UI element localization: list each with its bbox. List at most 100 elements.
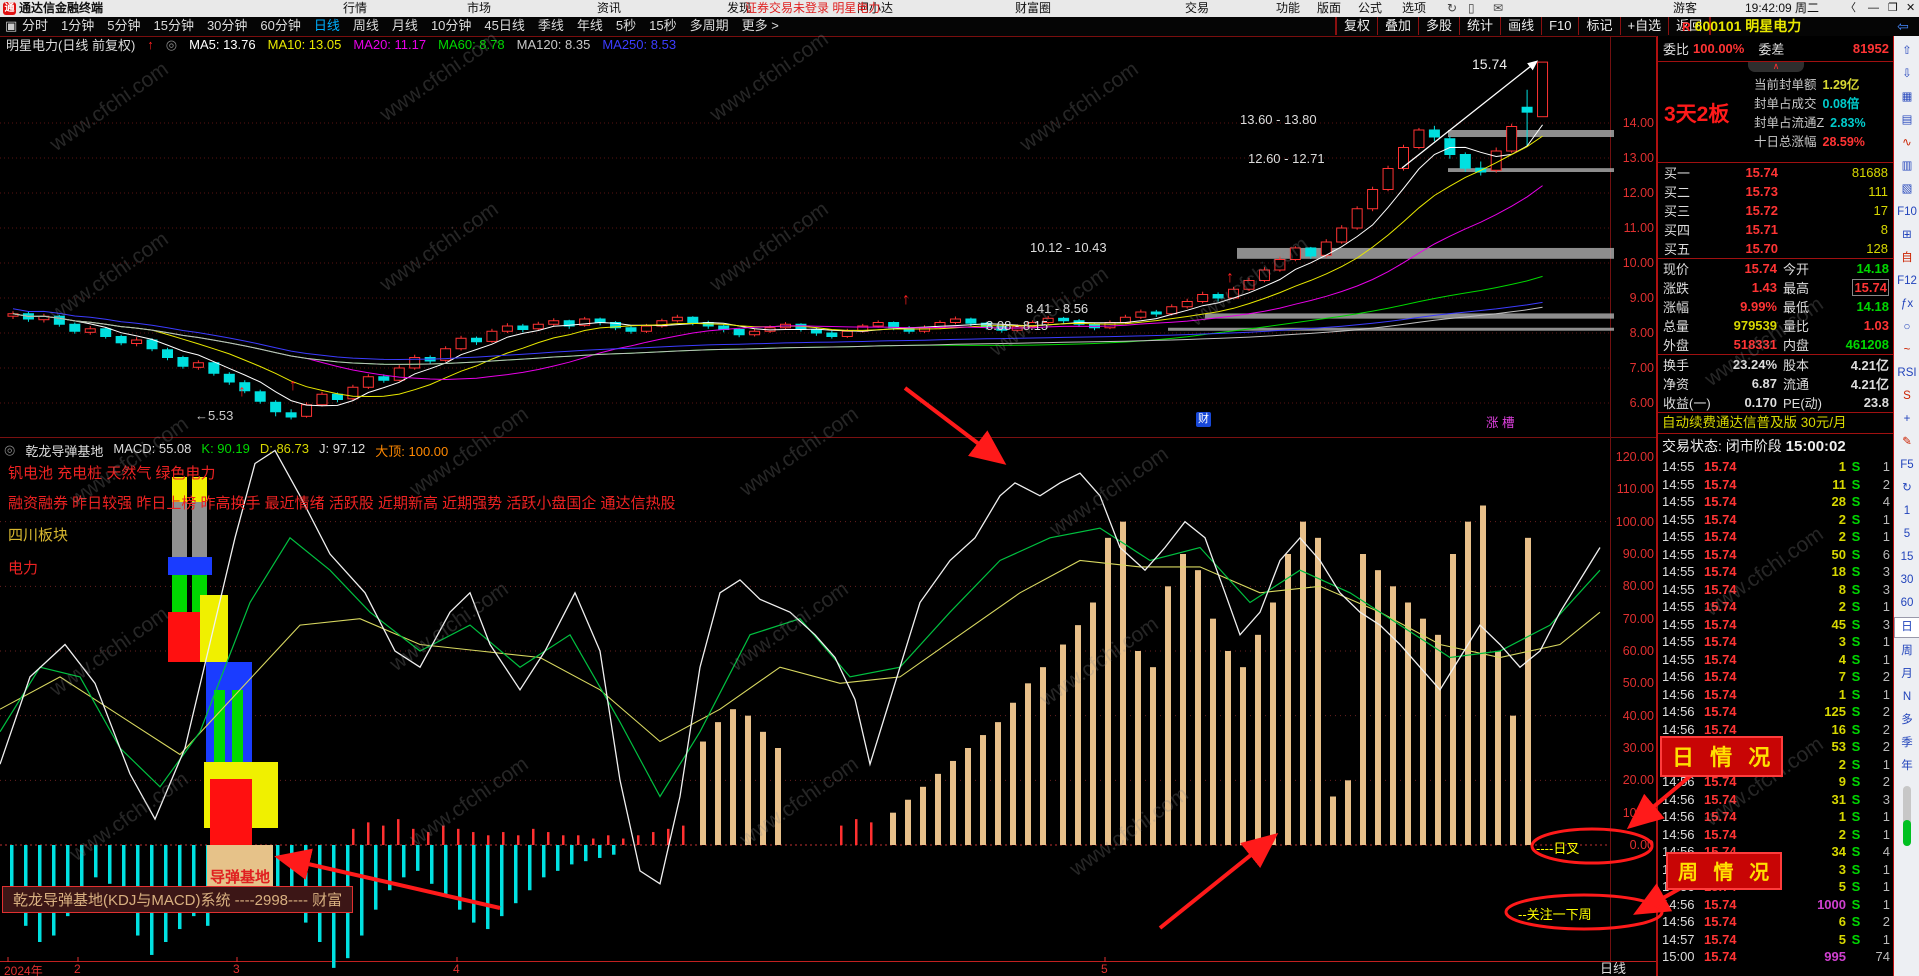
period-15秒[interactable]: 15秒 <box>649 17 676 35</box>
toolbar-button-复权[interactable]: 复权 <box>1336 17 1379 35</box>
toolbar-button-画线[interactable]: 画线 <box>1501 17 1543 35</box>
f12-icon[interactable]: F12 <box>1895 270 1919 293</box>
candle <box>285 412 297 418</box>
buy-row[interactable]: 买四 15.71 8 <box>1658 220 1894 239</box>
period-5秒[interactable]: 5秒 <box>616 17 636 35</box>
grid-icon[interactable]: ⊞ <box>1895 224 1919 247</box>
period-更多 >[interactable]: 更多 > <box>742 17 779 35</box>
collapse-icon[interactable]: ◎ <box>166 37 177 53</box>
scroll-down-icon[interactable]: ⇩ <box>1895 63 1919 86</box>
collapse-panel-icon[interactable]: 〈 <box>1845 0 1856 17</box>
toolbar-button-统计[interactable]: 统计 <box>1460 17 1502 35</box>
toolbar-button-+自选[interactable]: +自选 <box>1621 17 1670 35</box>
toolbar-button-多股[interactable]: 多股 <box>1419 17 1461 35</box>
candle <box>687 316 699 323</box>
user-label[interactable]: 游客 <box>1673 0 1697 17</box>
news-icon[interactable]: ▧ <box>1895 178 1919 201</box>
period-分时[interactable]: 分时 <box>22 17 48 35</box>
indicator-axis-label: 100.00 <box>1615 514 1654 529</box>
buy-row[interactable]: 买五 15.70 128 <box>1658 239 1894 258</box>
signal-icon[interactable]: S <box>1895 385 1919 408</box>
menu-交易[interactable]: 交易 <box>1185 0 1209 17</box>
period-1分钟[interactable]: 1分钟 <box>61 17 94 35</box>
f5-icon[interactable]: F5 <box>1895 454 1919 477</box>
period-60min-icon[interactable]: 60 <box>1895 592 1919 615</box>
circle-tool-icon[interactable]: ○ <box>1895 316 1919 339</box>
period-5分钟[interactable]: 5分钟 <box>107 17 140 35</box>
refresh-icon[interactable]: ↻ <box>1447 0 1457 17</box>
quote-table-icon[interactable]: ▤ <box>1895 109 1919 132</box>
menu-公式[interactable]: 公式 <box>1358 0 1382 17</box>
crosshair-icon[interactable]: + <box>1895 408 1919 431</box>
period-10分钟[interactable]: 10分钟 <box>431 17 471 35</box>
phone-icon[interactable]: ▯ <box>1468 0 1475 17</box>
f10-info-icon[interactable]: F10 <box>1895 201 1919 224</box>
period-多周期[interactable]: 多周期 <box>690 17 729 35</box>
zoom-slider[interactable] <box>1903 786 1911 846</box>
custom-icon[interactable]: 自 <box>1895 247 1919 270</box>
period-month-icon[interactable]: 月 <box>1895 663 1919 686</box>
period-day-icon[interactable]: 日 <box>1894 617 1919 638</box>
renewal-banner[interactable]: 自动续费通达信普及版 30元/月 <box>1658 412 1894 434</box>
period-周线[interactable]: 周线 <box>353 17 379 35</box>
period-5min-icon[interactable]: 5 <box>1895 523 1919 546</box>
candle <box>100 328 112 337</box>
wave-icon[interactable]: ~ <box>1895 339 1919 362</box>
period-quarter-icon[interactable]: 季 <box>1895 732 1919 755</box>
scroll-up-icon[interactable]: ⇧ <box>1895 40 1919 63</box>
period-year-icon[interactable]: 年 <box>1895 755 1919 778</box>
menu-功能[interactable]: 功能 <box>1276 0 1300 17</box>
trend-line-icon[interactable]: ∿ <box>1895 132 1919 155</box>
rsi-icon[interactable]: RSI <box>1895 362 1919 385</box>
minimize-icon[interactable]: — <box>1868 0 1879 17</box>
period-60分钟[interactable]: 60分钟 <box>260 17 300 35</box>
stat-row: 外盘 518331 内盘 461208 <box>1663 337 1889 353</box>
layout-icon[interactable]: ▣ <box>5 17 17 35</box>
period-15分钟[interactable]: 15分钟 <box>153 17 193 35</box>
toolbar-button-叠加[interactable]: 叠加 <box>1378 17 1420 35</box>
toolbar-button-F10[interactable]: F10 <box>1542 17 1580 35</box>
candle <box>1413 129 1425 148</box>
period-1min-icon[interactable]: 1 <box>1895 500 1919 523</box>
buy-row[interactable]: 买三 15.72 17 <box>1658 201 1894 220</box>
period-n-icon[interactable]: N <box>1895 686 1919 709</box>
period-30min-icon[interactable]: 30 <box>1895 569 1919 592</box>
collapse-notch[interactable]: ∧ <box>1748 62 1804 72</box>
candle <box>532 323 544 330</box>
buy-signal-arrow: ↑ <box>238 383 246 400</box>
menu-财富圈[interactable]: 财富圈 <box>1015 0 1051 17</box>
toolbar-button-标记[interactable]: 标记 <box>1579 17 1621 35</box>
period-季线[interactable]: 季线 <box>538 17 564 35</box>
event-flag[interactable]: 涨 槽 <box>1486 412 1514 431</box>
buy-row[interactable]: 买二 15.73 111 <box>1658 182 1894 201</box>
menu-选项[interactable]: 选项 <box>1402 0 1426 17</box>
limit-board-info: ∧ 3天2板 当前封单额 1.29亿 封单占成交 0.08倍 封单占流通Z 2.83% 十日… <box>1658 62 1894 163</box>
period-月线[interactable]: 月线 <box>392 17 418 35</box>
maximize-icon[interactable]: ❐ <box>1888 0 1898 17</box>
back-arrow-icon[interactable]: ⇦ <box>1897 17 1909 35</box>
menu-行情[interactable]: 行情 <box>343 0 367 17</box>
period-multi-icon[interactable]: 多 <box>1895 709 1919 732</box>
period-45日线[interactable]: 45日线 <box>484 17 524 35</box>
candle <box>69 323 81 332</box>
period-15min-icon[interactable]: 15 <box>1895 546 1919 569</box>
period-week-icon[interactable]: 周 <box>1895 640 1919 663</box>
period-日线[interactable]: 日线 <box>314 17 340 35</box>
indicator-collapse-icon[interactable]: ◎ <box>4 442 15 458</box>
period-年线[interactable]: 年线 <box>577 17 603 35</box>
mail-icon[interactable]: ✉ <box>1493 0 1503 17</box>
period-30分钟[interactable]: 30分钟 <box>207 17 247 35</box>
formula-icon[interactable]: ƒx <box>1895 293 1919 316</box>
kline-icon[interactable]: ▥ <box>1895 155 1919 178</box>
close-icon[interactable]: ✕ <box>1906 0 1915 17</box>
current-period-label: 日线 <box>1600 961 1627 976</box>
menu-版面[interactable]: 版面 <box>1317 0 1341 17</box>
draw-icon[interactable]: ✎ <box>1895 431 1919 454</box>
finance-flag-icon[interactable]: 财 <box>1196 412 1211 427</box>
tick-row: 14:55 15.74 2 S 1 <box>1662 511 1890 527</box>
menu-市场[interactable]: 市场 <box>467 0 491 17</box>
buy-row[interactable]: 买一 15.74 81688 <box>1658 163 1894 182</box>
refresh-icon[interactable]: ↻ <box>1895 477 1919 500</box>
report-icon[interactable]: ▦ <box>1895 86 1919 109</box>
menu-资讯[interactable]: 资讯 <box>597 0 621 17</box>
